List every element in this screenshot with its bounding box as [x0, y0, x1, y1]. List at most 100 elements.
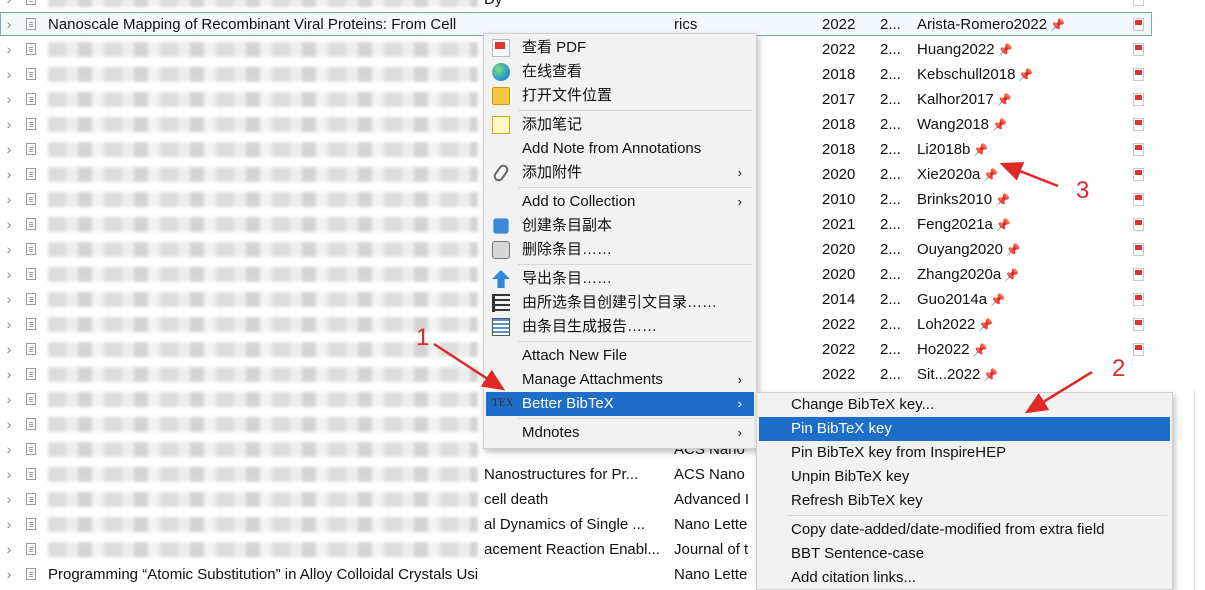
- pdf-attachment-icon[interactable]: [1133, 43, 1144, 56]
- expand-chevron-icon[interactable]: ›: [3, 162, 15, 187]
- item-year: 2014: [822, 291, 856, 308]
- menu-item-label: 由所选条目创建引文目录……: [522, 294, 718, 311]
- menu-item-better-bibtex[interactable]: TEX Better BibTeX ›: [486, 392, 754, 416]
- menu-item-item-13[interactable]: 由所选条目创建引文目录……: [486, 291, 754, 315]
- menu-item-manage-attachments[interactable]: Manage Attachments ›: [486, 368, 754, 392]
- expand-chevron-icon[interactable]: ›: [3, 137, 15, 162]
- menu-item-unpin-bibtex-key[interactable]: Unpin BibTeX key: [759, 465, 1170, 489]
- redacted-title: [48, 217, 478, 232]
- expand-chevron-icon[interactable]: ›: [3, 112, 15, 137]
- menu-item-bbt-sentence-case[interactable]: BBT Sentence-case: [759, 542, 1170, 566]
- redacted-title: [48, 292, 478, 307]
- menu-item-pdf[interactable]: 查看 PDF: [486, 36, 754, 60]
- expand-chevron-icon[interactable]: ›: [3, 62, 15, 87]
- pdf-attachment-icon[interactable]: [1133, 168, 1144, 181]
- menu-separator: [518, 418, 752, 419]
- table-row[interactable]: › Dy: [0, 0, 1205, 12]
- expand-chevron-icon[interactable]: ›: [3, 0, 15, 12]
- menu-item-mdnotes[interactable]: Mdnotes ›: [486, 421, 754, 445]
- citation-key: Kebschull2018 📌: [917, 62, 1033, 88]
- redacted-title: [48, 542, 478, 557]
- menu-item-add-note-from-annotations[interactable]: Add Note from Annotations: [486, 137, 754, 161]
- menu-item-add-to-collection[interactable]: Add to Collection ›: [486, 190, 754, 214]
- menu-item-attach-new-file[interactable]: Attach New File: [486, 344, 754, 368]
- item-title: cell death: [484, 491, 549, 508]
- menu-item-item-2[interactable]: 打开文件位置: [486, 84, 754, 108]
- pdf-attachment-icon[interactable]: [1133, 68, 1144, 81]
- expand-chevron-icon[interactable]: ›: [3, 337, 15, 362]
- redacted-title: [48, 492, 478, 507]
- citation-key: Ho2022 📌: [917, 337, 988, 363]
- pin-icon: 📌: [972, 343, 988, 357]
- redacted-title: [48, 417, 478, 432]
- expand-chevron-icon[interactable]: ›: [3, 537, 15, 562]
- menu-item-label: Unpin BibTeX key: [791, 468, 910, 485]
- pdf-attachment-icon[interactable]: [1133, 268, 1144, 281]
- pdf-attachment-icon[interactable]: [1133, 193, 1144, 206]
- menu-item-item-6[interactable]: 添加附件 ›: [486, 161, 754, 185]
- note-icon: [492, 116, 510, 134]
- expand-chevron-icon[interactable]: ›: [3, 412, 15, 437]
- report-icon: [492, 318, 510, 336]
- menu-item-refresh-bibtex-key[interactable]: Refresh BibTeX key: [759, 489, 1170, 513]
- citation-key: Loh2022 📌: [917, 312, 993, 338]
- menu-item-add-citation-links[interactable]: Add citation links...: [759, 566, 1170, 590]
- menu-item-item-12[interactable]: 导出条目……: [486, 267, 754, 291]
- pdf-attachment-icon[interactable]: [1133, 143, 1144, 156]
- expand-chevron-icon[interactable]: ›: [3, 312, 15, 337]
- menu-item-item-14[interactable]: 由条目生成报告……: [486, 315, 754, 339]
- expand-chevron-icon[interactable]: ›: [3, 287, 15, 312]
- scrollbar[interactable]: [1194, 390, 1205, 590]
- citation-key-text: Ouyang2020: [917, 241, 1003, 258]
- expand-chevron-icon[interactable]: ›: [3, 462, 15, 487]
- menu-item-pin-bibtex-key[interactable]: Pin BibTeX key: [759, 417, 1170, 441]
- item-year: 2020: [822, 266, 856, 283]
- pin-icon: 📌: [996, 93, 1012, 107]
- expand-chevron-icon[interactable]: ›: [3, 262, 15, 287]
- expand-chevron-icon[interactable]: ›: [3, 212, 15, 237]
- pin-icon: 📌: [978, 318, 994, 332]
- menu-item-label: 由条目生成报告……: [522, 318, 658, 335]
- better-bibtex-submenu: Change BibTeX key... Pin BibTeX key Pin Bi…: [756, 392, 1173, 590]
- citation-key: Li2018b 📌: [917, 137, 988, 163]
- menu-item-copy-date-added-date-modified-from-extra-field[interactable]: Copy date-added/date-modified from extra…: [759, 518, 1170, 542]
- expand-chevron-icon[interactable]: ›: [3, 187, 15, 212]
- redacted-title: [48, 92, 478, 107]
- pdf-attachment-icon[interactable]: [1133, 343, 1144, 356]
- menu-item-label: Change BibTeX key...: [791, 396, 935, 413]
- pdf-attachment-icon[interactable]: [1133, 243, 1144, 256]
- item-title: acement Reaction Enabl...: [484, 541, 660, 558]
- pdf-attachment-icon[interactable]: [1133, 218, 1144, 231]
- menu-separator: [787, 515, 1167, 516]
- pdf-attachment-icon[interactable]: [1133, 293, 1144, 306]
- menu-item-item-4[interactable]: 添加笔记: [486, 113, 754, 137]
- expand-chevron-icon[interactable]: ›: [3, 237, 15, 262]
- citation-key: Huang2022 📌: [917, 37, 1013, 63]
- redacted-title: [48, 267, 478, 282]
- pdf-attachment-icon[interactable]: [1133, 0, 1144, 6]
- expand-chevron-icon[interactable]: ›: [3, 562, 15, 587]
- citation-key: Ouyang2020 📌: [917, 237, 1021, 263]
- pdf-attachment-icon[interactable]: [1133, 18, 1144, 31]
- menu-item-label: Copy date-added/date-modified from extra…: [791, 521, 1105, 538]
- citation-key: Arista-Romero2022 📌: [917, 12, 1065, 38]
- pdf-attachment-icon[interactable]: [1133, 93, 1144, 106]
- menu-item-item-9[interactable]: 创建条目副本: [486, 214, 754, 238]
- menu-item-pin-bibtex-key-from-inspirehep[interactable]: Pin BibTeX key from InspireHEP: [759, 441, 1170, 465]
- menu-item-label: 查看 PDF: [522, 39, 587, 56]
- expand-chevron-icon[interactable]: ›: [3, 12, 15, 37]
- expand-chevron-icon[interactable]: ›: [3, 512, 15, 537]
- menu-item-change-bibtex-key[interactable]: Change BibTeX key...: [759, 393, 1170, 417]
- expand-chevron-icon[interactable]: ›: [3, 87, 15, 112]
- menu-item-item-1[interactable]: 在线查看: [486, 60, 754, 84]
- expand-chevron-icon[interactable]: ›: [3, 487, 15, 512]
- menu-item-item-10[interactable]: 删除条目……: [486, 238, 754, 262]
- folder-icon: [492, 87, 510, 105]
- expand-chevron-icon[interactable]: ›: [3, 362, 15, 387]
- pdf-attachment-icon[interactable]: [1133, 118, 1144, 131]
- expand-chevron-icon[interactable]: ›: [3, 37, 15, 62]
- citation-key-text: Li2018b: [917, 141, 971, 158]
- expand-chevron-icon[interactable]: ›: [3, 387, 15, 412]
- pdf-attachment-icon[interactable]: [1133, 318, 1144, 331]
- expand-chevron-icon[interactable]: ›: [3, 437, 15, 462]
